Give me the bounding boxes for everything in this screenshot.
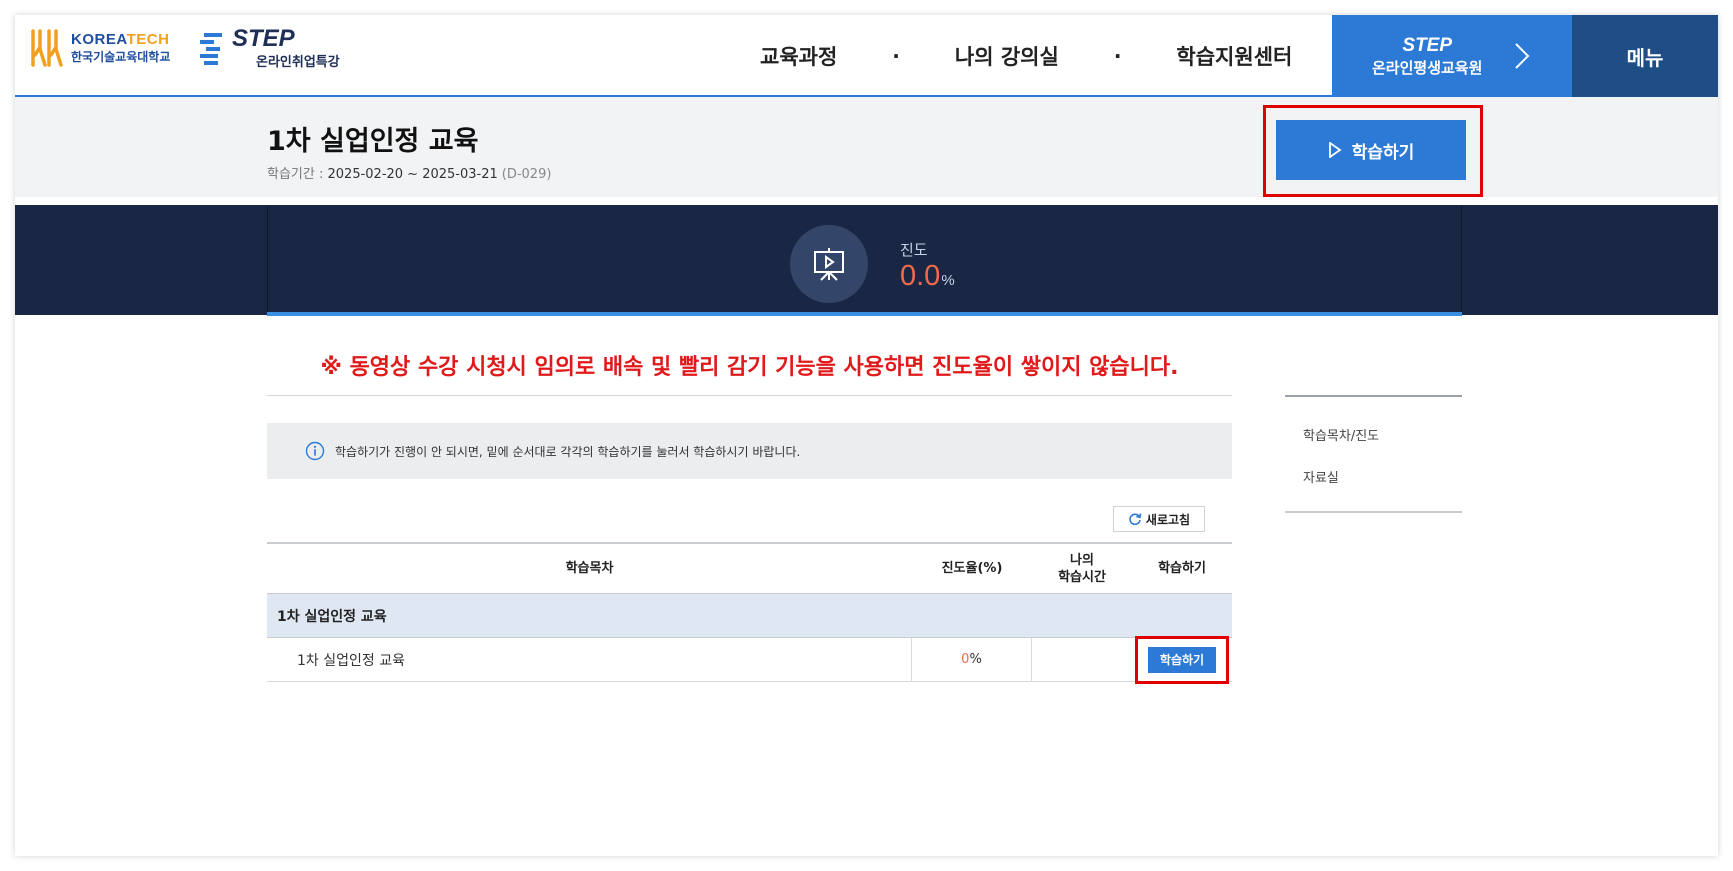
period-dates: 2025-02-20 ~ 2025-03-21: [327, 167, 498, 182]
side-nav: 학습목차/진도 자료실: [1285, 395, 1462, 513]
presentation-icon: [790, 225, 868, 303]
nav-my-classroom[interactable]: 나의 강의실: [955, 41, 1059, 71]
step-emblem-icon: [200, 32, 222, 65]
koreatech-wordmark: KOREATECH: [71, 31, 170, 48]
lesson-progress: 0%: [912, 638, 1032, 681]
lesson-title: 1차 실업인정 교육: [267, 638, 912, 681]
info-icon: [305, 441, 325, 461]
info-box: 학습하기가 진행이 안 되시면, 밑에 순서대로 각각의 학습하기를 눌러서 학…: [267, 423, 1232, 479]
course-title: 1차 실업인정 교육: [267, 126, 479, 157]
period-label: 학습기간 :: [267, 167, 328, 182]
play-icon: [1328, 142, 1342, 158]
col-header-my-time: 나의 학습시간: [1058, 552, 1106, 585]
col-header-progress: 진도율(%): [941, 561, 1003, 576]
lesson-my-time: [1032, 638, 1132, 681]
main-nav: 교육과정 · 나의 강의실 · 학습지원센터: [760, 15, 1292, 97]
progress-bar-line: [267, 312, 1462, 316]
progress-value: 0.0%: [900, 260, 955, 293]
side-nav-toc-progress[interactable]: 학습목차/진도: [1303, 413, 1462, 455]
menu-button[interactable]: 메뉴: [1572, 15, 1718, 97]
side-nav-resources[interactable]: 자료실: [1303, 455, 1462, 497]
col-header-lesson: 학습목차: [565, 561, 614, 576]
step-link-logo: STEP: [1402, 34, 1453, 56]
step-logo[interactable]: STEP 온라인취업특강: [198, 27, 340, 70]
chevron-right-icon: [1515, 43, 1530, 69]
koreatech-subtitle: 한국기술교육대학교: [71, 50, 171, 64]
koreatech-emblem-icon: [31, 29, 63, 67]
col-header-study: 학습하기: [1158, 561, 1206, 576]
koreatech-logo[interactable]: KOREATECH 한국기술교육대학교: [29, 27, 170, 69]
course-period: 학습기간 : 2025-02-20 ~ 2025-03-21 (D-029): [267, 163, 551, 182]
table-header: 학습목차 진도율(%) 나의 학습시간 학습하기: [267, 542, 1232, 594]
step-wordmark: STEP: [232, 25, 295, 52]
divider: [267, 395, 1232, 396]
table-group-row: 1차 실업인정 교육: [267, 594, 1232, 638]
row-button-highlight: [1135, 636, 1229, 684]
nav-separator: ·: [892, 44, 900, 68]
playback-warning: ※ 동영상 수강 시청시 임의로 배속 및 빨리 감기 기능을 사용하면 진도율…: [320, 355, 1179, 380]
nav-courses[interactable]: 교육과정: [760, 41, 837, 71]
progress-number: 0.0: [900, 260, 941, 292]
top-header: KOREATECH 한국기술교육대학교 STEP 온라인취업특강 교육과정 · …: [15, 15, 1718, 97]
d-day-badge: (D-029): [501, 167, 552, 182]
lesson-table: 학습목차 진도율(%) 나의 학습시간 학습하기 1차 실업인정 교육 1차 실업…: [267, 542, 1232, 684]
table-row: 1차 실업인정 교육 0% 학습하기: [267, 636, 1232, 684]
refresh-icon: [1129, 513, 1142, 526]
step-lifelong-link[interactable]: STEP 온라인평생교육원: [1332, 15, 1572, 97]
lesson-study-cell: 학습하기: [1132, 636, 1232, 684]
step-subtitle: 온라인취업특강: [256, 55, 340, 70]
course-title-bar: 1차 실업인정 교육 학습기간 : 2025-02-20 ~ 2025-03-2…: [15, 97, 1718, 197]
progress-unit: %: [941, 272, 955, 289]
study-button[interactable]: 학습하기: [1276, 120, 1466, 180]
nav-separator: ·: [1113, 44, 1122, 68]
step-link-label: 온라인평생교육원: [1372, 58, 1483, 77]
study-button-label: 학습하기: [1351, 142, 1415, 162]
info-text: 학습하기가 진행이 안 되시면, 밑에 순서대로 각각의 학습하기를 눌러서 학…: [335, 444, 801, 459]
refresh-button[interactable]: 새로고침: [1113, 506, 1205, 532]
progress-label: 진도: [900, 241, 928, 259]
nav-learning-support[interactable]: 학습지원센터: [1176, 41, 1292, 71]
page-frame: KOREATECH 한국기술교육대학교 STEP 온라인취업특강 교육과정 · …: [15, 15, 1718, 856]
refresh-label: 새로고침: [1145, 512, 1191, 527]
